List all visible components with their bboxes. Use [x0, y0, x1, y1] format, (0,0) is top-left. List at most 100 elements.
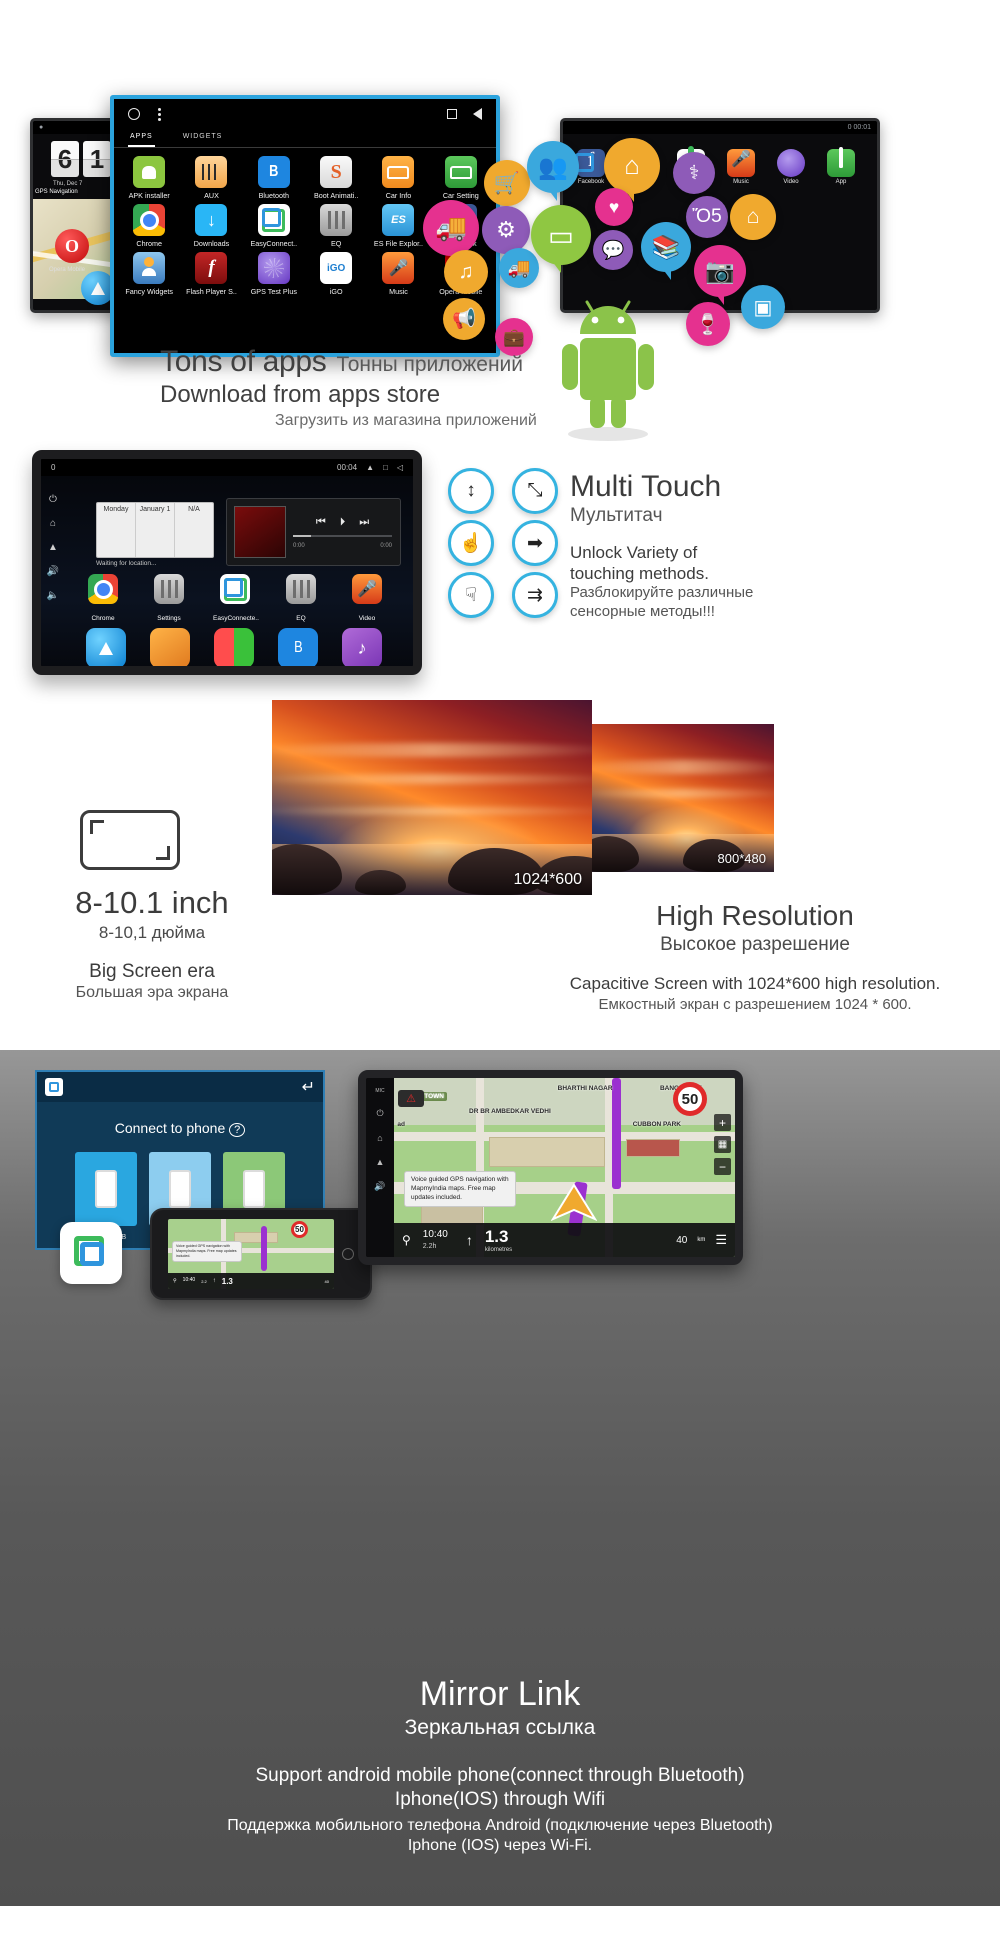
- app-tile[interactable]: Fancy Widgets: [118, 252, 180, 296]
- home-icon[interactable]: ⌂: [377, 1133, 382, 1143]
- app-tile[interactable]: GPS Test Plus: [243, 252, 305, 296]
- opera-icon[interactable]: [55, 229, 89, 263]
- pill-capsule-icon[interactable]: ⚕: [673, 152, 715, 194]
- mini-app[interactable]: App: [821, 149, 861, 185]
- nav-icon[interactable]: ▲: [376, 1157, 385, 1167]
- app-label: Chrome: [136, 239, 162, 248]
- progress-bar[interactable]: [293, 534, 392, 537]
- grid-button[interactable]: ▦: [714, 1136, 731, 1153]
- zoom-in-button[interactable]: +: [714, 1114, 731, 1131]
- easyconnect-large-icon[interactable]: [60, 1222, 122, 1284]
- head-unit-navigation: MIC ⏻ ⌂ ▲ 🔊 BHARTHI NAGAR DR BR AMBEDKAR…: [358, 1070, 743, 1265]
- delivery-truck-icon[interactable]: 🚚: [423, 200, 479, 256]
- mini-app[interactable]: Music: [721, 149, 761, 185]
- app-tile[interactable]: EQ: [305, 204, 367, 248]
- power-icon[interactable]: ⏻: [376, 1108, 383, 1119]
- app-label: Downloads: [193, 239, 230, 248]
- music-note-icon[interactable]: ♫: [444, 250, 488, 294]
- panel-top-bar: ↵: [37, 1072, 323, 1102]
- bubble-glyph: 📚: [651, 233, 681, 260]
- tab-widgets[interactable]: WIDGETS: [181, 129, 225, 147]
- album-art: [234, 506, 286, 558]
- app-tile[interactable]: Music: [367, 252, 429, 296]
- heartbeat-monitor-icon[interactable]: ♥: [595, 188, 633, 226]
- app-tile[interactable]: Car Setting: [430, 156, 492, 200]
- app-tile[interactable]: Car Info: [367, 156, 429, 200]
- volume-down-icon[interactable]: 🔈: [47, 590, 59, 601]
- app-tile[interactable]: Flash Player S..: [180, 252, 242, 296]
- app-tile[interactable]: EasyConnect..: [243, 204, 305, 248]
- app-label: iGO: [329, 287, 343, 296]
- navigation-icon[interactable]: [86, 628, 126, 666]
- phone-home-button[interactable]: [342, 1248, 354, 1260]
- app-label: Flash Player S..: [186, 287, 237, 296]
- map-controls[interactable]: + ▦ −: [714, 1114, 731, 1175]
- app-tile[interactable]: Downloads: [180, 204, 242, 248]
- resolution-text-block: High Resolution Высокое разрешение Capac…: [520, 900, 990, 1013]
- home-circle-icon[interactable]: [128, 108, 140, 120]
- search-icon[interactable]: ⚲: [402, 1233, 411, 1247]
- music-player-widget[interactable]: ⏮ ⏵ ⏭ 0:00 0:00: [226, 498, 401, 566]
- cast-screen-icon[interactable]: ▣: [741, 285, 785, 329]
- app-tile[interactable]: Chrome: [118, 204, 180, 248]
- camera-icon[interactable]: 📷: [694, 245, 746, 305]
- help-icon[interactable]: ?: [229, 1123, 246, 1137]
- prev-icon[interactable]: ⏮: [316, 516, 326, 529]
- play-icon[interactable]: ⏵: [340, 516, 346, 529]
- volume-up-icon[interactable]: 🔊: [47, 566, 59, 577]
- phone-map: 50 Voice guided GPS navigation with Mapm…: [168, 1219, 334, 1289]
- date-widget[interactable]: Monday January 1 N/A: [96, 502, 214, 558]
- back-arrow-icon[interactable]: ↵: [302, 1077, 315, 1097]
- nav-icon[interactable]: ▲: [48, 542, 58, 553]
- wine-glass-icon[interactable]: 🍷: [686, 302, 730, 346]
- app-tile[interactable]: ES File Explor..: [367, 204, 429, 248]
- power-icon[interactable]: ⏻: [49, 494, 57, 505]
- app-tile[interactable]: Boot Animati..: [305, 156, 367, 200]
- app-shortcut[interactable]: ES File Explorer: [411, 574, 413, 643]
- eta-time: 10:40: [422, 1229, 448, 1240]
- navigation-map: BHARTHI NAGAR BANGALORE DR BR AMBEDKAR V…: [394, 1078, 735, 1257]
- panel-title: Connect to phone ?: [37, 1120, 323, 1137]
- player-controls[interactable]: ⏮ ⏵ ⏭: [293, 516, 392, 529]
- home-icon[interactable]: ⌂: [50, 518, 56, 529]
- home-roof-icon[interactable]: ⌂: [730, 194, 776, 240]
- recents-square-icon[interactable]: [447, 109, 457, 119]
- resolution-desc-en: Capacitive Screen with 1024*600 high res…: [569, 974, 941, 993]
- app-tile[interactable]: iGO: [305, 252, 367, 296]
- app-tile[interactable]: AUX: [180, 156, 242, 200]
- mini-app[interactable]: Video: [771, 149, 811, 185]
- people-group-icon[interactable]: 👥: [527, 141, 579, 201]
- app-tile[interactable]: APK installer: [118, 156, 180, 200]
- apps-grid-icon[interactable]: [214, 628, 254, 666]
- status-bar-right: 0 00:01: [563, 121, 877, 134]
- next-icon[interactable]: ⏭: [359, 516, 369, 529]
- phone-usb-icon[interactable]: Android USB: [75, 1152, 137, 1241]
- section-mirror-link: ↵ Connect to phone ? Android USB 50 V: [0, 1050, 1000, 1906]
- home-icon[interactable]: ⌂: [604, 138, 660, 202]
- book-stack-icon[interactable]: 📚: [641, 222, 691, 280]
- music-note-icon[interactable]: ♪: [342, 628, 382, 666]
- truck-icon[interactable]: 🚚: [499, 248, 539, 288]
- status-time: 00:04: [337, 463, 358, 472]
- shopping-cart-icon[interactable]: 🛒: [484, 160, 530, 206]
- monitor-screen-icon[interactable]: ▭: [531, 205, 591, 273]
- overflow-menu-icon[interactable]: [158, 107, 161, 121]
- back-triangle-icon[interactable]: [473, 108, 482, 120]
- radio-icon[interactable]: [150, 628, 190, 666]
- recents-icon[interactable]: □: [383, 463, 388, 472]
- app-tile[interactable]: Bluetooth: [243, 156, 305, 200]
- boot-animation-icon: [320, 156, 353, 188]
- back-icon[interactable]: ◁: [397, 463, 403, 472]
- megaphone-icon[interactable]: 📢: [443, 298, 485, 340]
- calendar-icon[interactable]: Ὄ5: [686, 196, 728, 238]
- mic-icon[interactable]: MIC: [375, 1088, 384, 1094]
- zoom-out-button[interactable]: −: [714, 1158, 731, 1175]
- chat-bubble-icon[interactable]: 💬: [593, 230, 633, 270]
- menu-icon[interactable]: ☰: [715, 1232, 727, 1248]
- search-icon[interactable]: ⚲: [173, 1278, 177, 1284]
- bluetooth-icon[interactable]: [278, 628, 318, 666]
- gear-settings-icon[interactable]: ⚙: [482, 206, 530, 254]
- tab-apps[interactable]: APPS: [128, 129, 155, 147]
- volume-icon[interactable]: 🔊: [374, 1181, 385, 1192]
- easyconnect-icon[interactable]: [45, 1078, 63, 1096]
